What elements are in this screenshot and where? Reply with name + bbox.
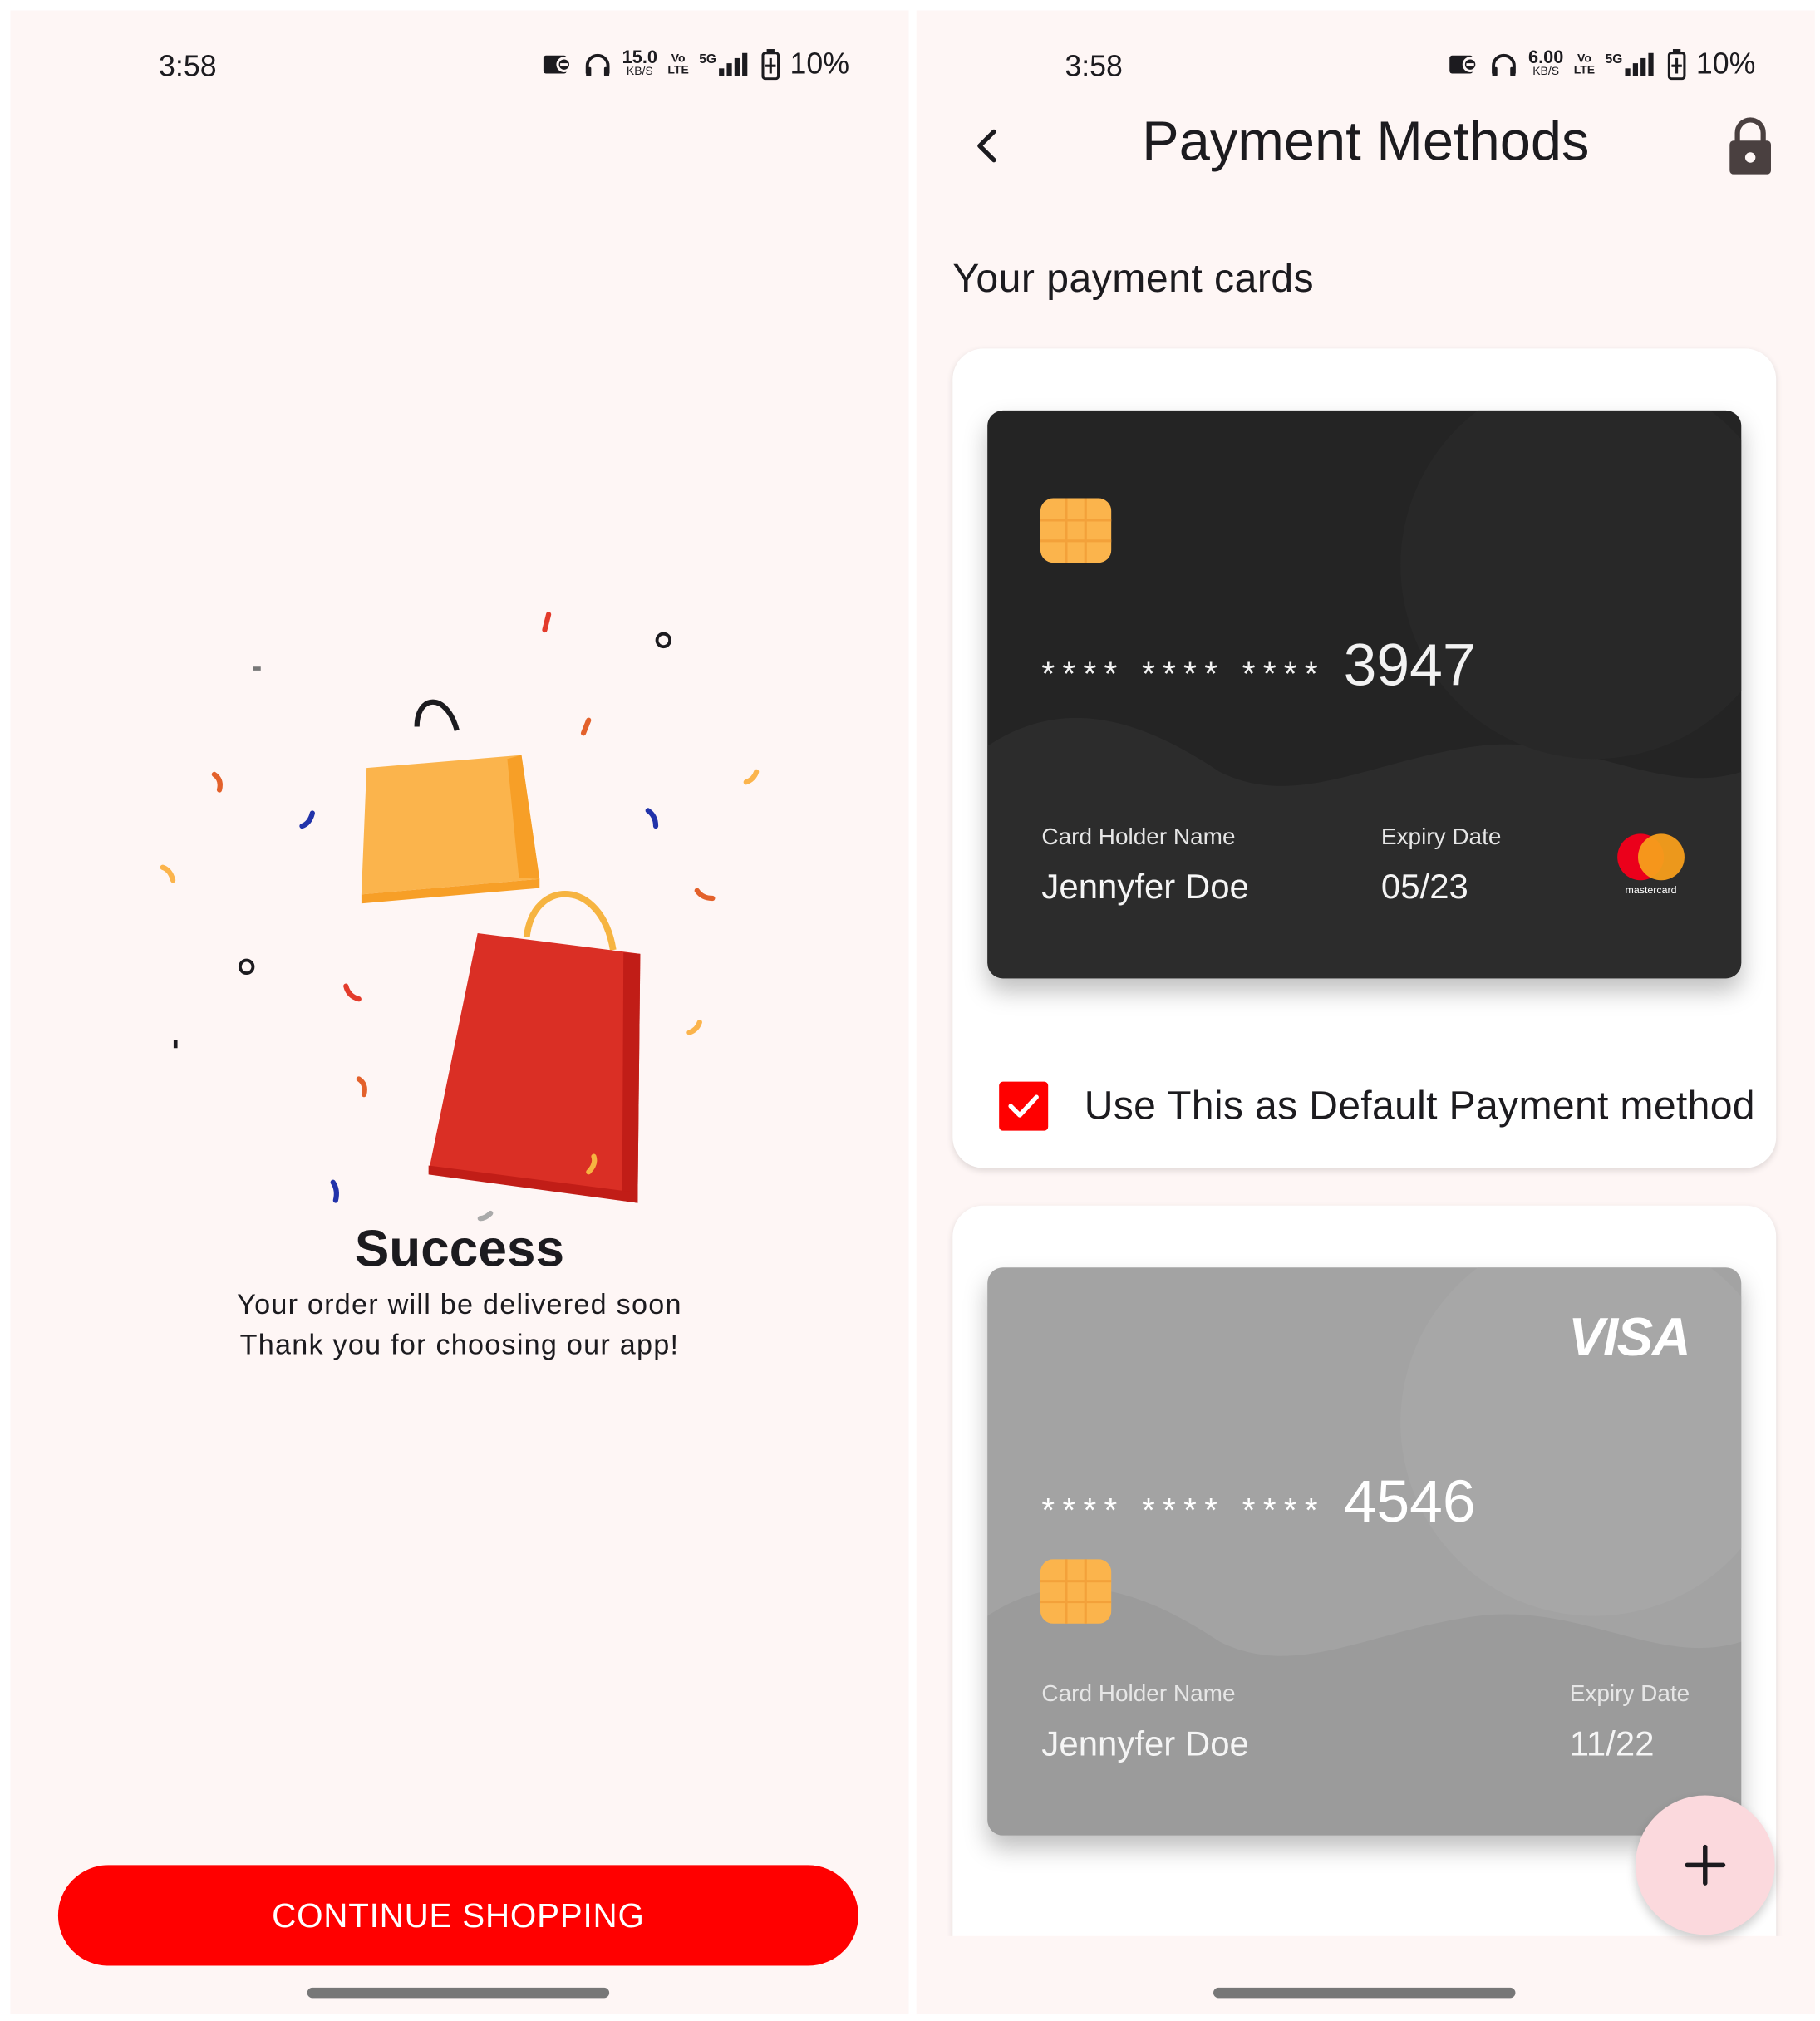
- status-bar: 3:58 15.0 KB/S Vo LTE 5G 10%: [10, 10, 908, 124]
- section-title: Your payment cards: [952, 255, 1315, 301]
- net-speed: 15.0 KB/S: [622, 46, 657, 77]
- status-icons: 15.0 KB/S Vo LTE 5G 10%: [542, 47, 849, 81]
- checkmark-icon: [1008, 1094, 1039, 1118]
- success-message-line-1: Your order will be delivered soon: [237, 1288, 682, 1320]
- continue-shopping-button[interactable]: CONTINUE SHOPPING: [57, 1865, 858, 1966]
- top-app-bar: Payment Methods: [917, 101, 1815, 204]
- default-payment-label: Use This as Default Payment method: [1084, 1083, 1755, 1129]
- card-chip-icon: [1040, 498, 1112, 563]
- mastercard-card[interactable]: **** **** **** 3947 Card Holder Name Jen…: [987, 410, 1742, 979]
- navigation-bar: [916, 1935, 1815, 2014]
- status-icons: 6.00 KB/S Vo LTE 5G 10%: [1449, 46, 1756, 81]
- success-message-line-2: Thank you for choosing our app!: [239, 1328, 680, 1361]
- status-time: 3:58: [1065, 49, 1123, 83]
- plus-icon: [1685, 1844, 1726, 1886]
- battery-charging-icon: [1667, 48, 1686, 80]
- card-number: **** **** **** 4546: [1041, 1466, 1475, 1536]
- card-chip-icon: [1040, 1559, 1112, 1624]
- battery-percent: 10%: [1695, 46, 1756, 81]
- payment-methods-screen: 3:58 6.00 KB/S Vo LTE 5G 10% Payment Met…: [916, 10, 1815, 2014]
- default-payment-row[interactable]: Use This as Default Payment method: [999, 1081, 1755, 1131]
- visa-card[interactable]: VISA **** **** **** 4546 Card Holder Nam…: [987, 1267, 1742, 1836]
- home-indicator[interactable]: [1213, 1987, 1516, 1999]
- add-card-button[interactable]: [1635, 1795, 1775, 1935]
- wallet-icon: [1449, 55, 1478, 73]
- screenshot: 3:58 15.0 KB/S Vo LTE 5G 10% Success You…: [0, 0, 1820, 2021]
- home-indicator[interactable]: [307, 1987, 610, 1999]
- card-number-mask: **** **** ****: [1041, 1490, 1326, 1530]
- signal-icon: 5G: [699, 52, 751, 76]
- card-holder-label: Card Holder Name: [1041, 1680, 1236, 1707]
- card-expiry-label: Expiry Date: [1380, 823, 1502, 850]
- card-last4: 4546: [1343, 1467, 1476, 1535]
- mastercard-logo-icon: mastercard: [1617, 833, 1685, 896]
- battery-percent: 10%: [789, 46, 850, 81]
- default-payment-checkbox[interactable]: [999, 1081, 1049, 1131]
- card-expiry-date: 05/23: [1380, 867, 1468, 907]
- volte-indicator: Vo LTE: [1573, 51, 1596, 76]
- card-last4: 3947: [1343, 631, 1476, 699]
- signal-icon: 5G: [1606, 52, 1658, 76]
- net-speed: 6.00 KB/S: [1528, 46, 1564, 77]
- success-title: Success: [354, 1221, 565, 1278]
- card-holder-label: Card Holder Name: [1041, 823, 1236, 850]
- svg-text:mastercard: mastercard: [1626, 884, 1677, 896]
- headphones-icon: [585, 53, 610, 76]
- volte-indicator: Vo LTE: [667, 51, 689, 76]
- lock-icon[interactable]: [1724, 116, 1776, 175]
- success-screen: 3:58 15.0 KB/S Vo LTE 5G 10% Success You…: [10, 10, 909, 2014]
- wallet-icon: [543, 55, 573, 73]
- card-expiry-label: Expiry Date: [1569, 1680, 1690, 1707]
- status-time: 3:58: [159, 49, 217, 83]
- battery-charging-icon: [761, 48, 780, 80]
- headphones-icon: [1492, 53, 1516, 76]
- card-number: **** **** **** 3947: [1041, 630, 1475, 700]
- shopping-bags-illustration: [160, 612, 760, 1222]
- page-title: Payment Methods: [1142, 111, 1590, 174]
- visa-logo: VISA: [1568, 1306, 1691, 1367]
- card-number-mask: **** **** ****: [1041, 654, 1326, 694]
- card-holder-name: Jennyfer Doe: [1041, 867, 1249, 907]
- card-holder-name: Jennyfer Doe: [1041, 1724, 1249, 1763]
- payment-card-panel: **** **** **** 3947 Card Holder Name Jen…: [952, 348, 1777, 1168]
- card-expiry-date: 11/22: [1569, 1724, 1655, 1763]
